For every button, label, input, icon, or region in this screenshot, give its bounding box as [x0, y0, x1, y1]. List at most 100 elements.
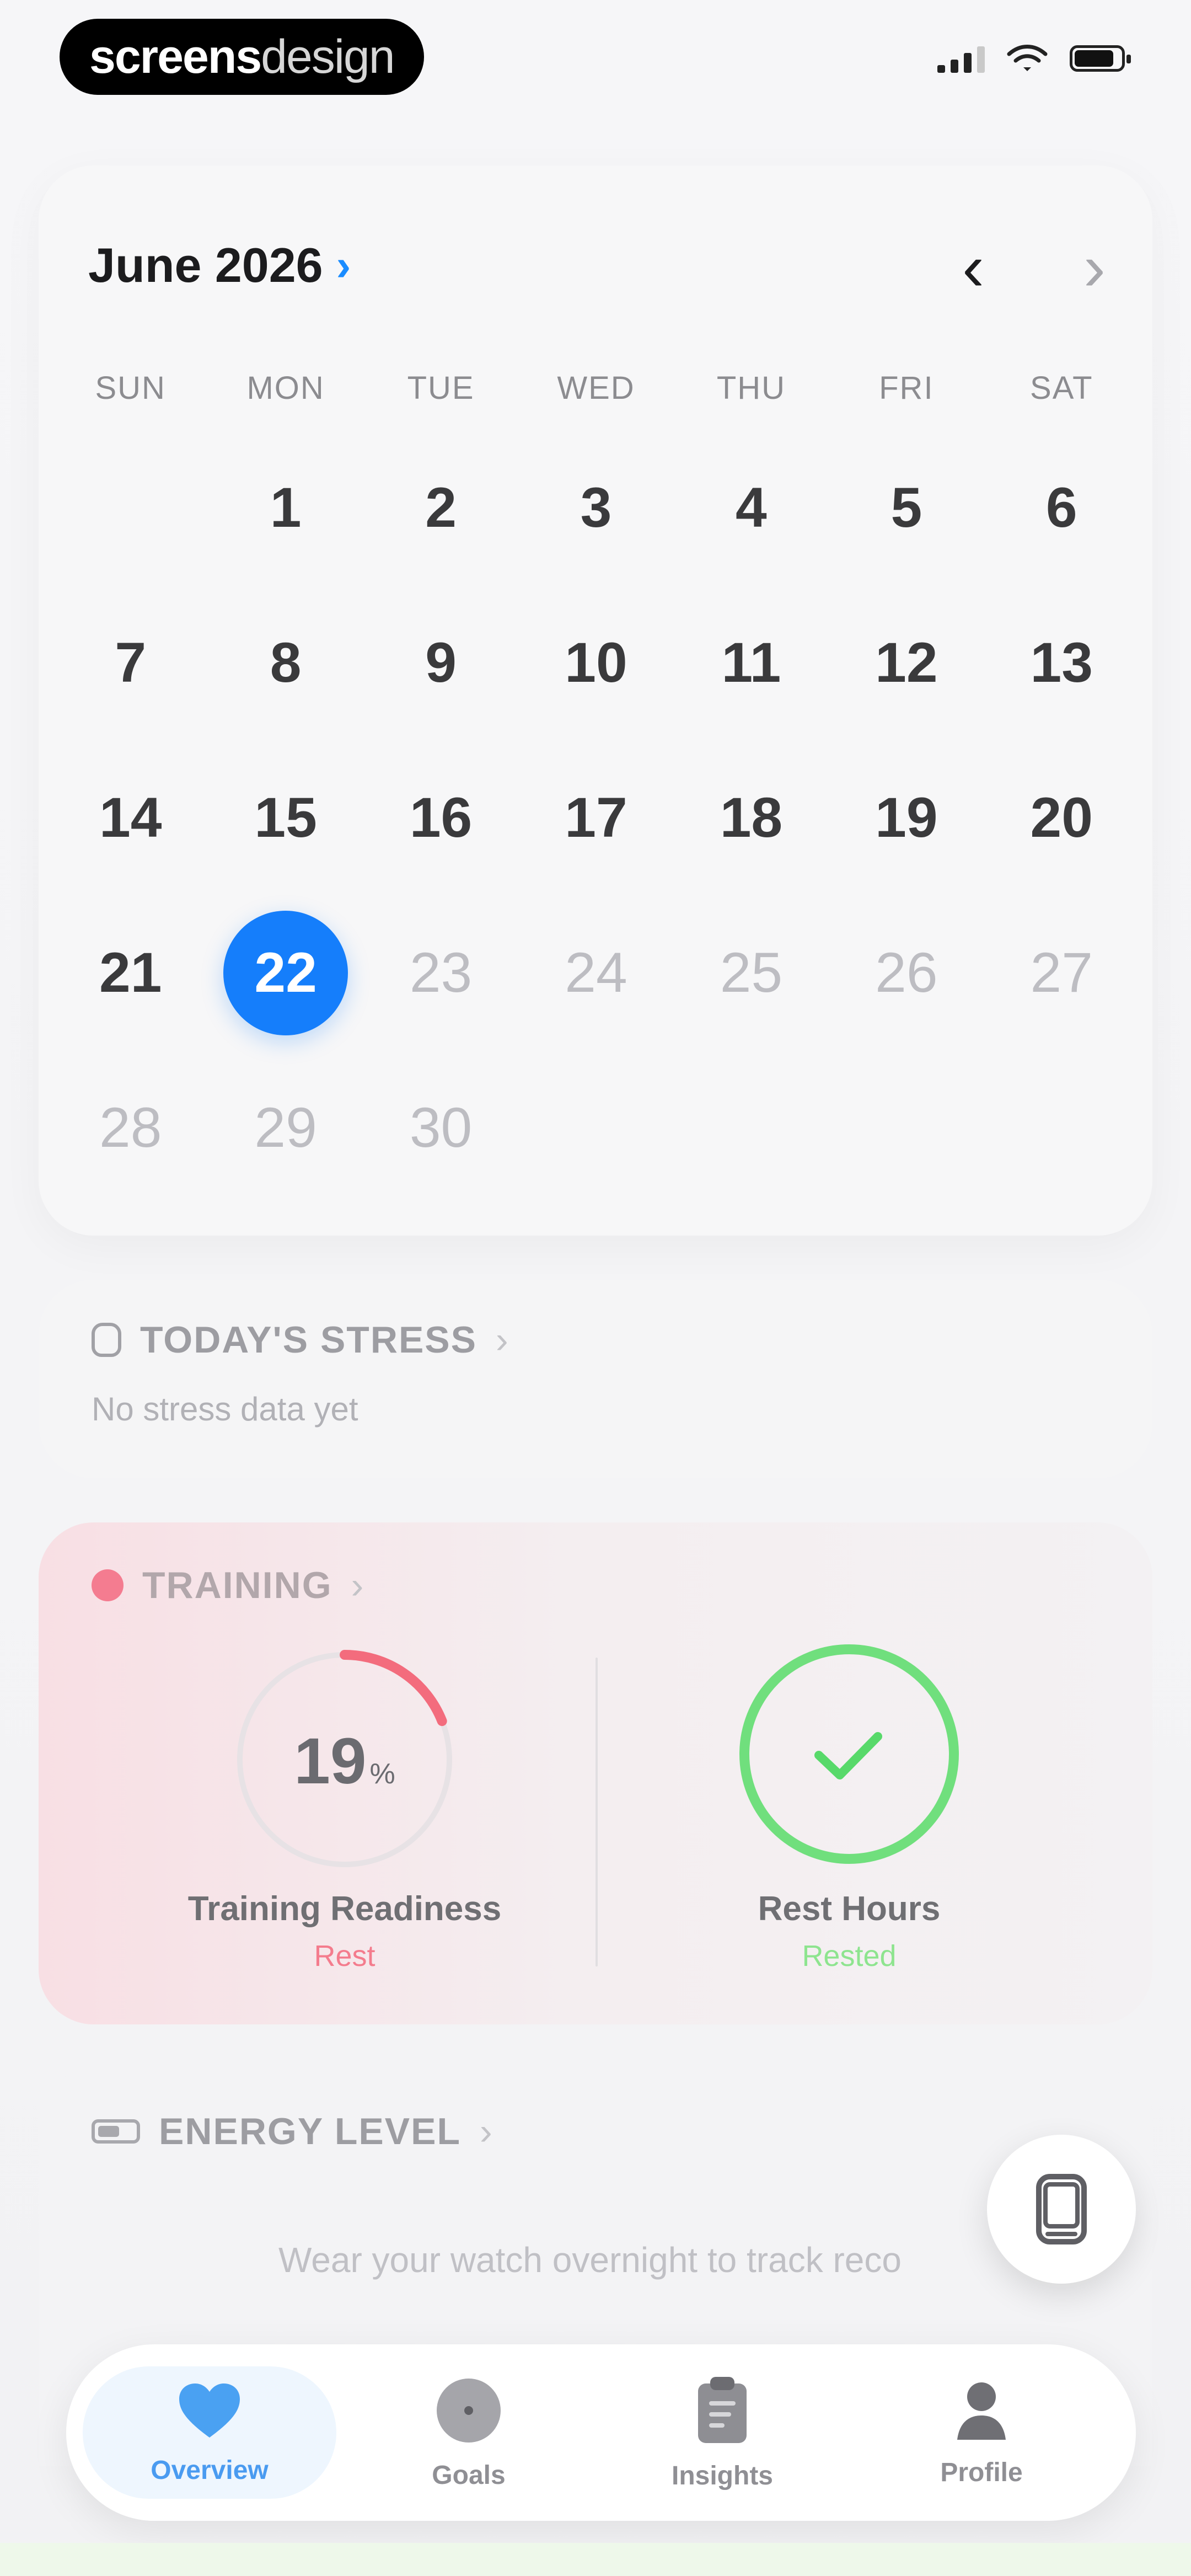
readiness-number: 19 [294, 1725, 367, 1798]
next-month-button[interactable]: › [1059, 231, 1130, 304]
rest-hours-status: Rested [802, 1939, 897, 1973]
calendar-day-empty [829, 1050, 984, 1205]
selected-day-label[interactable]: 22 [223, 910, 348, 1035]
battery-icon [92, 2119, 140, 2144]
weekday-tue: TUE [407, 370, 475, 406]
tab-profile[interactable]: Profile [855, 2366, 1108, 2499]
calendar-day[interactable]: 20 [984, 740, 1139, 895]
status-icons [937, 44, 1131, 73]
chevron-right-icon: › [496, 1319, 509, 1361]
calendar-day-empty [674, 1050, 829, 1205]
training-readiness-status: Rest [314, 1939, 375, 1973]
metric-divider [596, 1658, 598, 1966]
tab-insights[interactable]: Insights [596, 2366, 849, 2499]
status-bar: screens design [0, 0, 1191, 127]
rest-hours-label: Rest Hours [758, 1890, 941, 1928]
tab-profile-label: Profile [940, 2457, 1023, 2487]
training-readiness-label: Training Readiness [187, 1890, 502, 1928]
weekday-row: SUN MON TUE WED THU FRI SAT [53, 370, 1139, 407]
calendar-day[interactable]: 10 [518, 585, 673, 740]
tab-goals-label: Goals [432, 2460, 506, 2490]
weekday-wed: WED [557, 370, 635, 406]
energy-title-text: ENERGY LEVEL [159, 2110, 461, 2152]
target-icon [437, 2378, 501, 2443]
calendar-day-empty [53, 430, 208, 585]
tab-overview-label: Overview [151, 2455, 269, 2485]
calendar-day[interactable]: 2 [363, 430, 518, 585]
clipboard-icon [698, 2376, 747, 2443]
tab-overview[interactable]: Overview [83, 2366, 336, 2499]
chevron-right-icon: › [351, 1564, 365, 1606]
heart-icon [179, 2383, 240, 2438]
calendar-day-future: 23 [409, 941, 473, 1004]
weekday-sat: SAT [1030, 370, 1093, 406]
weekday-mon: MON [246, 370, 325, 406]
training-card-title[interactable]: TRAINING › [92, 1564, 364, 1607]
calendar-day-future: 28 [99, 1096, 162, 1159]
calendar-day-future: 26 [875, 941, 938, 1004]
weekday-thu: THU [716, 370, 786, 406]
bottom-safe-area [0, 2543, 1191, 2576]
calendar-day[interactable]: 15 [208, 740, 363, 895]
calendar-day[interactable]: 5 [829, 430, 984, 585]
weekday-fri: FRI [879, 370, 934, 406]
hand-icon [92, 1323, 121, 1357]
calendar-day-future: 30 [409, 1096, 473, 1159]
training-title-text: TRAINING [142, 1564, 332, 1606]
calendar-day[interactable]: 7 [53, 585, 208, 740]
calendar-day[interactable]: 21 [53, 895, 208, 1050]
stress-message: No stress data yet [92, 1391, 358, 1428]
app-screen: screens design June 2026 › ‹ › SUN MON T… [0, 0, 1191, 2576]
calendar-day[interactable]: 8 [208, 585, 363, 740]
training-readiness-value: 19% [287, 1724, 403, 1799]
energy-message: Wear your watch overnight to track reco [278, 2240, 902, 2280]
stress-card-title[interactable]: TODAY'S STRESS › [92, 1318, 509, 1361]
weekday-sun: SUN [95, 370, 166, 406]
calendar-day[interactable]: 11 [674, 585, 829, 740]
brand-bold-text: screens [89, 30, 262, 83]
calendar-header[interactable]: June 2026 › [88, 237, 351, 293]
tab-goals[interactable]: Goals [342, 2366, 596, 2499]
calendar-day[interactable]: 12 [829, 585, 984, 740]
calendar-day[interactable]: 3 [518, 430, 673, 585]
calendar-day-future: 25 [720, 941, 783, 1004]
check-icon [814, 1732, 882, 1779]
calendar-day-future: 24 [565, 941, 627, 1004]
calendar-days-grid: 1 2 3 4 5 6 7 8 9 10 11 12 13 14 15 16 1… [53, 430, 1139, 1205]
signal-icon [937, 44, 985, 73]
rest-ring-progress [739, 1644, 959, 1864]
calendar-day[interactable]: 14 [53, 740, 208, 895]
stress-title-text: TODAY'S STRESS [140, 1319, 478, 1361]
calendar-day[interactable]: 16 [363, 740, 518, 895]
watch-button[interactable] [987, 2135, 1136, 2284]
rest-hours-ring [739, 1644, 959, 1864]
readiness-unit: % [369, 1758, 395, 1790]
calendar-day[interactable]: 1 [208, 430, 363, 585]
person-icon [957, 2382, 1006, 2440]
energy-card-title[interactable]: ENERGY LEVEL › [92, 2110, 493, 2153]
chevron-right-icon[interactable]: › [336, 240, 351, 291]
calendar-day-future: 29 [254, 1096, 317, 1159]
calendar-day-selected[interactable]: 22 [208, 895, 363, 1050]
tab-insights-label: Insights [671, 2461, 773, 2491]
calendar-day-empty [984, 1050, 1139, 1205]
calendar-day-empty [518, 1050, 673, 1205]
calendar-day[interactable]: 4 [674, 430, 829, 585]
wifi-icon [1007, 45, 1048, 71]
previous-month-button[interactable]: ‹ [937, 231, 1009, 304]
calendar-day[interactable]: 13 [984, 585, 1139, 740]
chevron-right-icon: › [479, 2110, 493, 2152]
calendar-day[interactable]: 18 [674, 740, 829, 895]
calendar-day[interactable]: 17 [518, 740, 673, 895]
brand-light-text: design [261, 30, 395, 83]
stress-card[interactable] [39, 1280, 1152, 1478]
watch-icon [1036, 2174, 1087, 2244]
training-dot-icon [92, 1569, 124, 1601]
calendar-day[interactable]: 9 [363, 585, 518, 740]
calendar-day[interactable]: 19 [829, 740, 984, 895]
calendar-month-label[interactable]: June 2026 [88, 237, 323, 293]
calendar-day-future: 27 [1030, 941, 1093, 1004]
brand-badge: screens design [60, 19, 424, 95]
battery-icon [1070, 45, 1131, 72]
calendar-day[interactable]: 6 [984, 430, 1139, 585]
